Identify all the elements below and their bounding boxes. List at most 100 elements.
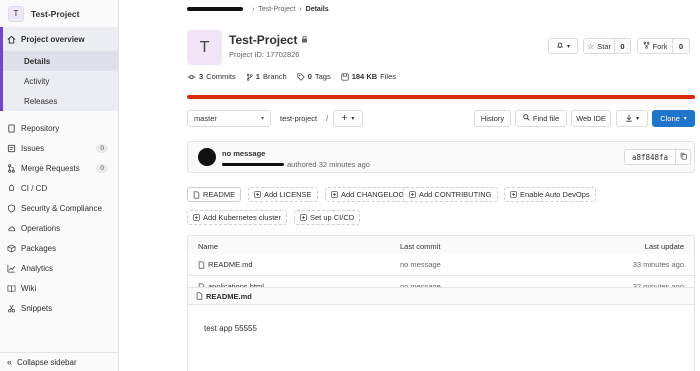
plus-box-icon: [331, 191, 338, 198]
breadcrumb-separator: ›: [299, 5, 302, 13]
plus-box-icon: [300, 214, 307, 221]
history-button[interactable]: History: [474, 110, 511, 127]
file-last-update: 33 minutes ago: [632, 260, 684, 269]
sidebar-item-packages[interactable]: Packages: [0, 238, 118, 258]
commit-message[interactable]: no message: [222, 149, 265, 158]
main-content: › Test-Project › Details T Test-Project …: [120, 0, 700, 371]
find-file-button[interactable]: Find file: [515, 110, 567, 127]
lock-icon: [301, 35, 308, 45]
sidebar-item-issues[interactable]: Issues 0: [0, 138, 118, 158]
project-avatar-small[interactable]: T: [8, 5, 24, 22]
commit-sha[interactable]: a8f848fa: [624, 149, 676, 165]
merge-request-icon: [7, 163, 16, 173]
star-button[interactable]: ☆ Star: [583, 38, 615, 54]
add-contributing-label: Add CONTRIBUTING: [419, 190, 492, 199]
chevron-down-icon: ▾: [635, 116, 639, 122]
commits-stat[interactable]: 3 Commits: [187, 72, 236, 81]
sidebar-item-cicd[interactable]: CI / CD: [0, 178, 118, 198]
plus-icon: +: [341, 113, 348, 124]
sidebar-item-label: Packages: [21, 243, 57, 253]
add-contributing-button[interactable]: Add CONTRIBUTING: [403, 187, 498, 202]
breadcrumb: › Test-Project › Details: [187, 4, 329, 14]
add-to-tree-dropdown[interactable]: + ▾: [333, 110, 363, 127]
chevron-down-icon: ▾: [260, 116, 264, 122]
sidebar-sub-activity[interactable]: Activity: [0, 71, 118, 91]
file-icon: [196, 292, 203, 300]
readme-button[interactable]: README: [187, 187, 242, 202]
file-name: README.md: [208, 260, 253, 269]
fork-count[interactable]: 0: [673, 38, 690, 54]
copy-sha-button[interactable]: [676, 149, 691, 165]
add-kubernetes-label: Add Kubernetes cluster: [203, 213, 281, 222]
sidebar-item-security[interactable]: Security & Compliance: [0, 198, 118, 218]
sidebar-item-operations[interactable]: Operations: [0, 218, 118, 238]
readme-header: README.md: [188, 288, 694, 305]
commit-author-line: authored 32 minutes ago: [222, 160, 370, 169]
download-dropdown[interactable]: ▾: [616, 110, 648, 127]
clone-button[interactable]: Clone ▾: [652, 110, 695, 127]
branch-name: master: [194, 114, 217, 123]
sidebar-sub-releases[interactable]: Releases: [0, 91, 118, 111]
plus-box-icon: [510, 191, 517, 198]
sidebar-item-merge-requests[interactable]: Merge Requests 0: [0, 158, 118, 178]
readme-panel: README.md test app 55555: [187, 287, 695, 371]
add-changelog-button[interactable]: Add CHANGELOG: [325, 187, 411, 202]
commit-icon: [187, 73, 196, 81]
file-name-cell[interactable]: README.md: [198, 260, 253, 269]
sidebar-item-label: Merge Requests: [21, 163, 80, 173]
add-kubernetes-cluster-button[interactable]: Add Kubernetes cluster: [187, 210, 287, 225]
file-last-commit[interactable]: no message: [400, 260, 441, 269]
issues-icon: [7, 144, 16, 153]
repo-path[interactable]: test-project: [280, 114, 317, 123]
web-ide-button[interactable]: Web IDE: [571, 110, 611, 127]
fork-icon: [643, 41, 650, 51]
branch-stat[interactable]: 1 Branch: [246, 72, 287, 81]
fork-label: Fork: [652, 41, 668, 51]
tags-count: 0: [307, 72, 312, 81]
plus-box-icon: [193, 214, 200, 221]
notification-dropdown[interactable]: ▾: [548, 38, 578, 54]
sidebar-item-project-overview[interactable]: Project overview: [0, 27, 118, 51]
redacted-namespace[interactable]: [187, 7, 243, 11]
plus-box-icon: [254, 191, 261, 198]
author-avatar[interactable]: [198, 148, 216, 166]
sidebar-item-analytics[interactable]: Analytics: [0, 258, 118, 278]
col-last-commit-header: Last commit: [400, 242, 441, 251]
tags-stat[interactable]: 0 Tags: [297, 72, 331, 81]
star-count[interactable]: 0: [615, 38, 631, 54]
add-license-label: Add LICENSE: [264, 190, 312, 199]
breadcrumb-separator: ›: [252, 5, 255, 13]
sidebar-sub-details[interactable]: Details: [0, 51, 118, 71]
redacted-author[interactable]: [222, 163, 284, 166]
branch-selector[interactable]: master ▾: [187, 110, 271, 127]
table-row[interactable]: README.md no message 33 minutes ago: [187, 254, 695, 276]
book-icon: [7, 123, 16, 133]
mr-count-badge: 0: [96, 163, 108, 173]
issues-count-badge: 0: [96, 143, 108, 153]
breadcrumb-current[interactable]: Details: [306, 6, 329, 13]
sidebar-item-wiki[interactable]: Wiki: [0, 278, 118, 298]
branch-icon: [246, 73, 253, 81]
add-license-button[interactable]: Add LICENSE: [248, 187, 318, 202]
download-icon: [625, 114, 633, 124]
chevron-down-icon: ▾: [683, 116, 687, 122]
disk-icon: [341, 72, 349, 81]
enable-auto-devops-button[interactable]: Enable Auto DevOps: [504, 187, 596, 202]
sidebar-item-repository[interactable]: Repository: [0, 118, 118, 138]
book-open-icon: [7, 284, 16, 293]
sidebar-header[interactable]: T Test-Project: [0, 0, 118, 27]
sidebar-item-snippets[interactable]: Snippets: [0, 298, 118, 318]
setup-cicd-button[interactable]: Set up CI/CD: [294, 210, 361, 225]
sidebar-item-label: CI / CD: [21, 183, 48, 193]
files-stat[interactable]: 184 KB Files: [341, 72, 396, 81]
setup-cicd-label: Set up CI/CD: [310, 213, 355, 222]
sidebar-project-name[interactable]: Test-Project: [31, 9, 80, 19]
fork-button[interactable]: Fork: [637, 38, 673, 54]
commits-label: Commits: [206, 72, 236, 81]
home-icon: [7, 35, 16, 44]
breadcrumb-project[interactable]: Test-Project: [258, 6, 295, 13]
readme-title[interactable]: README.md: [206, 292, 252, 301]
sidebar-item-label: Repository: [21, 123, 60, 133]
sidebar-item-label: Snippets: [21, 303, 53, 313]
collapse-sidebar-button[interactable]: « Collapse sidebar: [0, 352, 118, 371]
